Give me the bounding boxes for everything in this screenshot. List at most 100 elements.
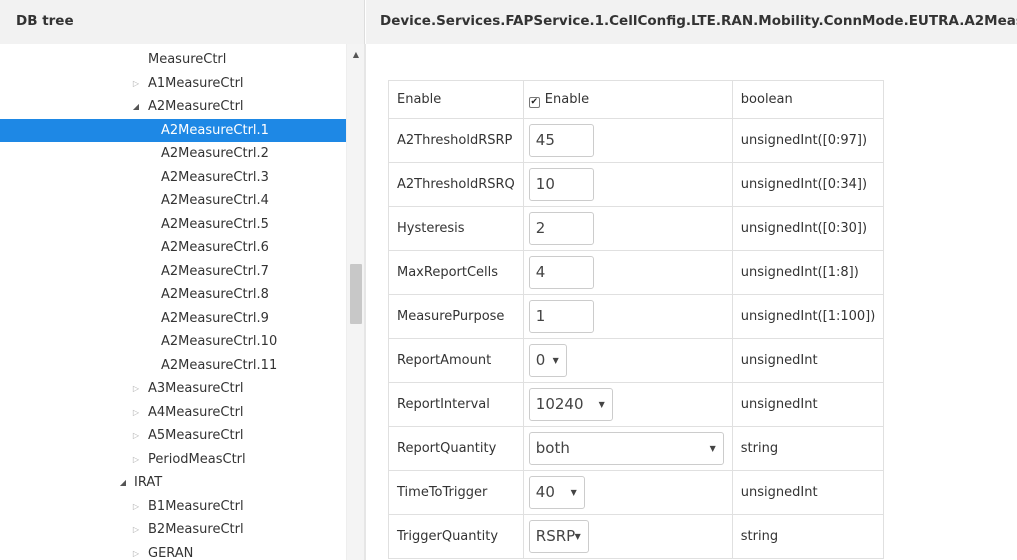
triangle-right-icon[interactable]: ▷ — [131, 495, 141, 518]
param-type: unsignedInt([0:97]) — [731, 118, 885, 163]
tree-node[interactable]: ▷ A3MeasureCtrl — [0, 377, 346, 400]
tree-node[interactable]: A2MeasureCtrl.2 — [0, 142, 346, 165]
param-select[interactable]: both ▼ — [528, 432, 724, 465]
param-input[interactable]: 1 — [528, 300, 594, 333]
tree-node[interactable]: A2MeasureCtrl.6 — [0, 236, 346, 259]
param-row: ReportAmount 0 ▼ unsignedInt — [388, 338, 885, 383]
param-row: TimeToTrigger 40 ▼ unsignedInt — [388, 470, 885, 515]
param-row: MeasurePurpose 1 unsignedInt([1:100]) — [388, 294, 885, 339]
param-name: TriggerQuantity — [388, 514, 524, 559]
tree-node-label: GERAN — [148, 545, 194, 560]
param-row: A2ThresholdRSRQ 10 unsignedInt([0:34]) — [388, 162, 885, 207]
param-type: unsignedInt([1:100]) — [731, 294, 885, 339]
param-type: boolean — [731, 80, 885, 119]
param-select[interactable]: 0 ▼ — [528, 344, 567, 377]
arrow-up-icon[interactable]: ▲ — [347, 50, 365, 59]
param-row: ReportInterval 10240 ▼ unsignedInt — [388, 382, 885, 427]
checkbox-check-icon[interactable]: ✔ — [528, 96, 540, 108]
triangle-down-icon[interactable]: ◢ — [131, 95, 141, 118]
triangle-right-icon[interactable]: ▷ — [131, 377, 141, 400]
param-type: unsignedInt — [731, 338, 885, 383]
tree-node[interactable]: ◢ IRAT — [0, 471, 346, 494]
param-row: ReportQuantity both ▼ string — [388, 426, 885, 471]
tree-node[interactable]: ▷ PeriodMeasCtrl — [0, 448, 346, 471]
tree-node[interactable]: A2MeasureCtrl.4 — [0, 189, 346, 212]
param-value-cell: 1 — [522, 294, 733, 339]
param-name: A2ThresholdRSRQ — [388, 162, 524, 207]
param-name: MeasurePurpose — [388, 294, 524, 339]
param-value-cell: 2 — [522, 206, 733, 251]
param-type: unsignedInt — [731, 382, 885, 427]
select-value: RSRP — [535, 527, 576, 545]
triangle-down-icon[interactable]: ◢ — [118, 471, 128, 494]
param-name: MaxReportCells — [388, 250, 524, 295]
param-name: TimeToTrigger — [388, 470, 524, 515]
param-name: ReportInterval — [388, 382, 524, 427]
panel-divider[interactable] — [364, 44, 366, 560]
param-type: string — [731, 426, 885, 471]
tree-node[interactable]: MeasureCtrl — [0, 48, 346, 71]
triangle-right-icon[interactable]: ▷ — [131, 424, 141, 447]
object-path-header: Device.Services.FAPService.1.CellConfig.… — [366, 0, 1017, 44]
db-tree-header: DB tree — [0, 0, 365, 44]
param-name: A2ThresholdRSRP — [388, 118, 524, 163]
tree-node[interactable]: ▷ A1MeasureCtrl — [0, 72, 346, 95]
caret-down-icon: ▼ — [574, 532, 581, 541]
param-row: TriggerQuantity RSRP ▼ string — [388, 514, 885, 559]
tree-node[interactable]: A2MeasureCtrl.11 — [0, 354, 346, 377]
param-name: Enable — [388, 80, 524, 119]
select-value: 40 — [535, 483, 555, 501]
enable-checkbox[interactable]: ✔ Enable — [528, 91, 590, 108]
tree-node[interactable]: A2MeasureCtrl.5 — [0, 213, 346, 236]
tree-node-label: A1MeasureCtrl — [148, 75, 244, 91]
param-value-cell: 40 ▼ — [522, 470, 733, 515]
param-input[interactable]: 10 — [528, 168, 594, 201]
tree-node[interactable]: ▷ B2MeasureCtrl — [0, 518, 346, 541]
param-select[interactable]: 10240 ▼ — [528, 388, 613, 421]
tree-node-label: A2MeasureCtrl.6 — [161, 240, 269, 255]
param-input[interactable]: 2 — [528, 212, 594, 245]
triangle-right-icon[interactable]: ▷ — [131, 542, 141, 560]
caret-down-icon: ▼ — [570, 488, 577, 497]
tree-node[interactable]: A2MeasureCtrl.9 — [0, 307, 346, 330]
param-value-cell: 10240 ▼ — [522, 382, 733, 427]
tree-node[interactable]: ◢ A2MeasureCtrl — [0, 95, 346, 118]
param-type: string — [731, 514, 885, 559]
tree-node[interactable]: A2MeasureCtrl.8 — [0, 283, 346, 306]
tree-node-label: A2MeasureCtrl.7 — [161, 263, 269, 279]
triangle-right-icon[interactable]: ▷ — [131, 72, 141, 95]
caret-down-icon: ▼ — [598, 400, 605, 409]
tree-node-label: A4MeasureCtrl — [148, 404, 244, 420]
param-input[interactable]: 45 — [528, 124, 594, 157]
tree-node[interactable]: A2MeasureCtrl.7 — [0, 260, 346, 283]
tree-node[interactable]: A2MeasureCtrl.1 — [0, 118, 346, 142]
triangle-right-icon[interactable]: ▷ — [131, 401, 141, 424]
param-type: unsignedInt([1:8]) — [731, 250, 885, 295]
param-row: MaxReportCells 4 unsignedInt([1:8]) — [388, 250, 885, 295]
param-type: unsignedInt — [731, 470, 885, 515]
tree-node[interactable]: ▷ GERAN — [0, 542, 346, 560]
scrollbar-thumb[interactable] — [350, 264, 362, 324]
tree-node-label: A2MeasureCtrl.5 — [161, 216, 269, 232]
parameter-table: Enable ✔ Enable boolean A2ThresholdRSRP 45 uns… — [388, 80, 885, 559]
param-name: ReportAmount — [388, 338, 524, 383]
param-select[interactable]: RSRP ▼ — [528, 520, 589, 553]
param-value-cell: 45 — [522, 118, 733, 163]
triangle-right-icon[interactable]: ▷ — [131, 518, 141, 541]
tree-node-label: A2MeasureCtrl.10 — [161, 334, 278, 349]
tree-node[interactable]: A2MeasureCtrl.3 — [0, 166, 346, 189]
tree-node[interactable]: ▷ A4MeasureCtrl — [0, 401, 346, 424]
checkbox-label: Enable — [544, 91, 590, 107]
tree-node-label: PeriodMeasCtrl — [148, 451, 246, 467]
tree-scrollbar[interactable]: ▲ — [346, 44, 364, 560]
tree-node-label: IRAT — [134, 475, 163, 490]
tree-node-label: A2MeasureCtrl.1 — [161, 122, 269, 138]
param-value-cell: both ▼ — [522, 426, 733, 471]
triangle-right-icon[interactable]: ▷ — [131, 448, 141, 471]
tree-node[interactable]: ▷ B1MeasureCtrl — [0, 495, 346, 518]
param-input[interactable]: 4 — [528, 256, 594, 289]
tree-node[interactable]: ▷ A5MeasureCtrl — [0, 424, 346, 447]
tree-node[interactable]: A2MeasureCtrl.10 — [0, 330, 346, 353]
db-tree-title: DB tree — [16, 13, 74, 29]
param-select[interactable]: 40 ▼ — [528, 476, 585, 509]
